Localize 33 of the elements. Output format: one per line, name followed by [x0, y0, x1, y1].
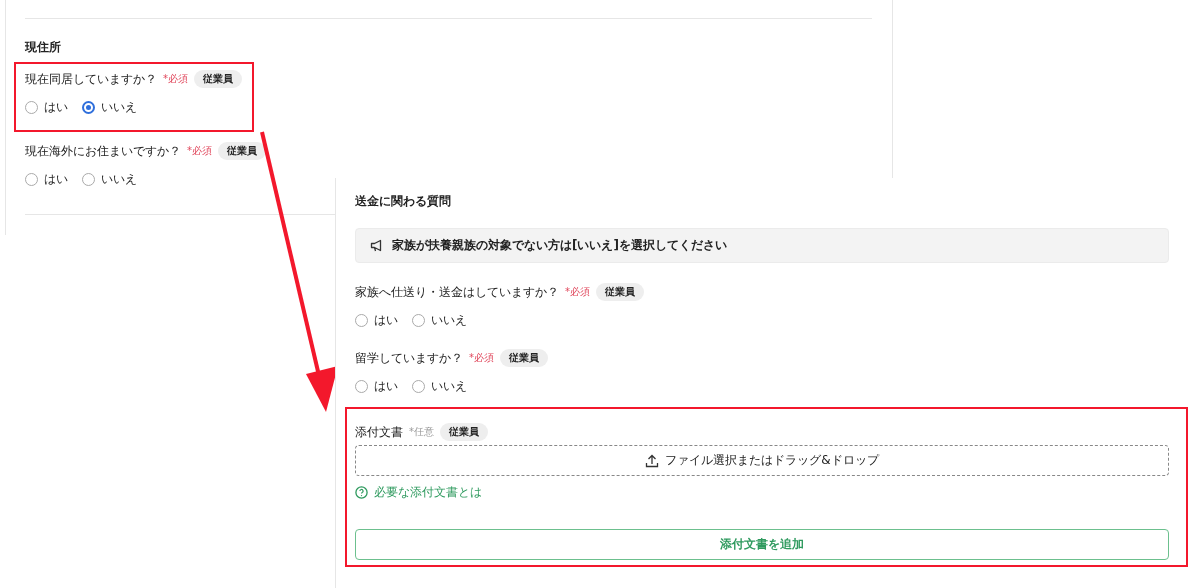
- question-label: 現在同居していますか？: [25, 70, 157, 88]
- option-label[interactable]: いいえ: [431, 378, 467, 395]
- question-label: 留学していますか？: [355, 349, 463, 367]
- required-mark: *必須: [565, 285, 590, 299]
- section-title: 送金に関わる質問: [355, 193, 451, 210]
- tag: 従業員: [500, 349, 548, 367]
- megaphone-icon: [370, 239, 384, 252]
- option-label[interactable]: はい: [374, 378, 398, 395]
- tag: 従業員: [596, 283, 644, 301]
- help-icon: [355, 486, 368, 499]
- option-label[interactable]: はい: [44, 99, 68, 116]
- file-drop-zone[interactable]: ファイル選択またはドラッグ&ドロップ: [355, 445, 1169, 476]
- option-label[interactable]: いいえ: [101, 171, 137, 188]
- tag: 従業員: [194, 70, 242, 88]
- required-mark: *必須: [163, 72, 188, 86]
- required-mark: *必須: [187, 144, 212, 158]
- option-label[interactable]: いいえ: [431, 312, 467, 329]
- add-attachment-button[interactable]: 添付文書を追加: [355, 529, 1169, 560]
- upload-icon: [645, 453, 660, 468]
- option-label[interactable]: いいえ: [101, 99, 137, 116]
- option-label[interactable]: はい: [374, 312, 398, 329]
- option-label[interactable]: はい: [44, 171, 68, 188]
- question-label: 現在海外にお住まいですか？: [25, 142, 181, 160]
- optional-mark: *任意: [409, 425, 434, 439]
- help-link[interactable]: 必要な添付文書とは: [355, 484, 482, 501]
- tag: 従業員: [218, 142, 266, 160]
- field-label: 添付文書: [355, 423, 403, 441]
- tag: 従業員: [440, 423, 488, 441]
- question-label: 家族へ仕送り・送金はしていますか？: [355, 283, 559, 301]
- notice-text: 家族が扶養親族の対象でない方は[いいえ]を選択してください: [392, 237, 727, 254]
- section-title: 現住所: [25, 39, 61, 56]
- required-mark: *必須: [469, 351, 494, 365]
- radio-button[interactable]: [82, 101, 95, 114]
